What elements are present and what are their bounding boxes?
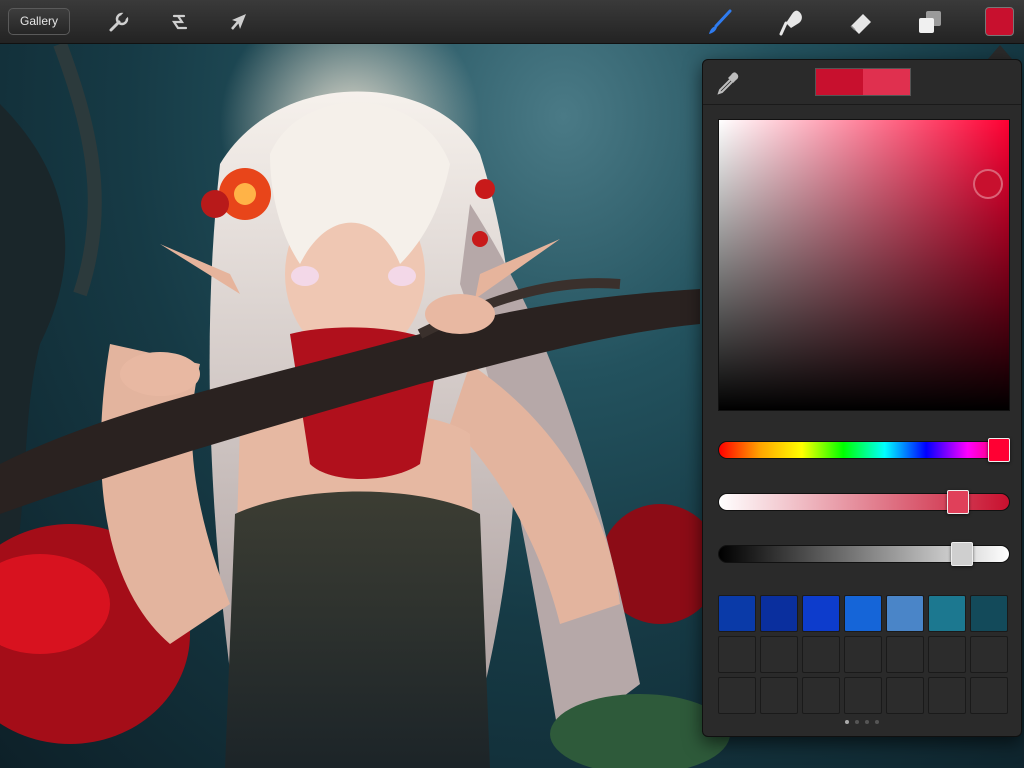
palette-swatch[interactable] (844, 595, 882, 632)
palette-page-indicator[interactable] (703, 720, 1021, 724)
page-dot[interactable] (875, 720, 879, 724)
current-color-swatch[interactable] (816, 69, 863, 95)
palette-swatch[interactable] (718, 677, 756, 714)
page-dot[interactable] (845, 720, 849, 724)
page-dot[interactable] (865, 720, 869, 724)
palette-swatch[interactable] (802, 677, 840, 714)
saturation-slider-thumb[interactable] (947, 490, 970, 514)
color-panel (702, 59, 1022, 737)
palette-swatch[interactable] (802, 595, 840, 632)
smudge-finger-icon[interactable] (776, 6, 808, 38)
wrench-icon[interactable] (103, 6, 135, 38)
palette-swatch[interactable] (718, 595, 756, 632)
color-compare-swatch[interactable] (815, 68, 911, 96)
brightness-slider-thumb[interactable] (951, 542, 974, 566)
brush-icon[interactable] (704, 6, 736, 38)
saturation-slider[interactable] (718, 490, 1010, 514)
color-picker-cursor[interactable] (972, 169, 1003, 200)
palette-swatch[interactable] (718, 636, 756, 673)
palette-swatch[interactable] (802, 636, 840, 673)
color-panel-header (703, 60, 1021, 105)
magic-wand-icon[interactable] (163, 6, 195, 38)
palette-swatch[interactable] (886, 595, 924, 632)
palette-swatch[interactable] (928, 595, 966, 632)
cursor-arrow-icon[interactable] (223, 6, 255, 38)
palette-swatch[interactable] (760, 595, 798, 632)
palette-swatch[interactable] (760, 636, 798, 673)
palette-swatch[interactable] (928, 636, 966, 673)
palette-swatch[interactable] (844, 636, 882, 673)
palette-swatch[interactable] (886, 636, 924, 673)
color-palette (718, 595, 1010, 714)
hue-slider[interactable] (718, 438, 1010, 462)
layers-icon[interactable] (914, 6, 946, 38)
gallery-button[interactable]: Gallery (8, 8, 70, 35)
brightness-slider[interactable] (718, 542, 1010, 566)
palette-swatch[interactable] (886, 677, 924, 714)
popover-arrow (988, 45, 1012, 59)
previous-color-swatch[interactable] (863, 69, 910, 95)
saturation-brightness-picker[interactable] (718, 119, 1010, 411)
eyedropper-icon[interactable] (715, 70, 741, 96)
toolbar: Gallery (0, 0, 1024, 44)
hue-slider-thumb[interactable] (987, 438, 1010, 462)
palette-swatch[interactable] (760, 677, 798, 714)
palette-swatch[interactable] (844, 677, 882, 714)
color-button[interactable] (985, 7, 1014, 36)
palette-swatch[interactable] (970, 636, 1008, 673)
palette-swatch[interactable] (970, 677, 1008, 714)
palette-swatch[interactable] (970, 595, 1008, 632)
eraser-icon[interactable] (845, 6, 877, 38)
page-dot[interactable] (855, 720, 859, 724)
palette-swatch[interactable] (928, 677, 966, 714)
